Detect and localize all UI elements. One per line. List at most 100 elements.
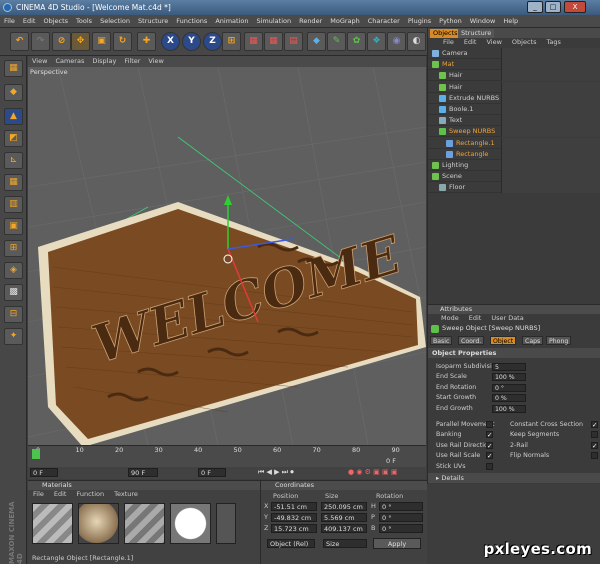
- render-settings-icon[interactable]: ▤: [284, 32, 303, 51]
- object-row[interactable]: Mat: [428, 59, 600, 71]
- z-axis-lock-icon[interactable]: Z: [203, 32, 222, 51]
- menu-item-plugins[interactable]: Plugins: [404, 15, 435, 28]
- coord-size-y[interactable]: 5.569 cm: [321, 513, 367, 522]
- object-row[interactable]: Camera: [428, 48, 600, 59]
- texture-mode-icon[interactable]: ◩: [4, 130, 23, 147]
- materials-menu-file[interactable]: File: [28, 490, 49, 499]
- object-menu-file[interactable]: File: [438, 38, 459, 47]
- snap-icon[interactable]: ⊞: [4, 240, 23, 257]
- checkbox-right-2[interactable]: ✓: [591, 441, 598, 449]
- object-row[interactable]: Hair: [428, 70, 600, 82]
- checkbox-left-2[interactable]: ✓: [486, 441, 493, 449]
- details-section[interactable]: ▸ Details: [428, 473, 600, 483]
- menu-item-help[interactable]: Help: [499, 15, 522, 28]
- checkbox-left-0[interactable]: [486, 421, 493, 428]
- menu-item-structure[interactable]: Structure: [134, 15, 172, 28]
- menu-item-tools[interactable]: Tools: [72, 15, 96, 28]
- menu-item-selection[interactable]: Selection: [96, 15, 134, 28]
- cube-icon[interactable]: ◆: [307, 32, 326, 51]
- nurbs-icon[interactable]: ✿: [347, 32, 366, 51]
- object-row[interactable]: Sweep NURBS: [428, 126, 600, 138]
- model-mode-icon[interactable]: ◆: [4, 84, 23, 101]
- pen-spline-icon[interactable]: ✎: [327, 32, 346, 51]
- render-picture-viewer-icon[interactable]: ▦: [264, 32, 283, 51]
- viewport-menu-3[interactable]: Filter: [120, 56, 144, 67]
- object-menu-objects[interactable]: Objects: [507, 38, 542, 47]
- redo-icon[interactable]: ↷: [31, 32, 50, 51]
- menu-item-functions[interactable]: Functions: [172, 15, 211, 28]
- material-swatch-4[interactable]: [170, 503, 211, 544]
- menu-item-edit[interactable]: Edit: [19, 15, 40, 28]
- axis-mode-icon[interactable]: ⊾: [4, 152, 23, 169]
- coord-mode-select[interactable]: Object (Rel): [267, 539, 315, 548]
- coord-position-y[interactable]: -49.832 cm: [271, 513, 317, 522]
- materials-menu-texture[interactable]: Texture: [109, 490, 143, 499]
- close-button[interactable]: X: [564, 1, 586, 13]
- attr-tab-object[interactable]: Object: [490, 336, 517, 345]
- end-frame-field[interactable]: 90 F: [128, 468, 158, 477]
- object-row[interactable]: Rectangle: [428, 148, 600, 160]
- menu-item-objects[interactable]: Objects: [39, 15, 72, 28]
- material-swatch-2[interactable]: [78, 503, 119, 544]
- menu-item-animation[interactable]: Animation: [211, 15, 252, 28]
- scene-icon[interactable]: ◐: [407, 32, 426, 51]
- polygon-mode-icon[interactable]: ▣: [4, 218, 23, 235]
- object-row[interactable]: Scene: [428, 171, 600, 183]
- attr-field-4[interactable]: 100 %: [492, 404, 526, 413]
- attr-field-2[interactable]: 0 °: [492, 383, 526, 392]
- checkbox-left-3[interactable]: ✓: [486, 452, 493, 459]
- point-mode-icon[interactable]: ▦: [4, 174, 23, 191]
- array-icon[interactable]: ❖: [367, 32, 386, 51]
- coord-size-x[interactable]: 250.095 cm: [321, 502, 367, 511]
- attributes-menu-1[interactable]: Edit: [464, 314, 487, 323]
- object-row[interactable]: Extrude NURBS: [428, 92, 600, 104]
- material-swatch-1[interactable]: [32, 503, 73, 544]
- checkbox-left-1[interactable]: ✓: [486, 431, 493, 439]
- menu-item-mograph[interactable]: MoGraph: [326, 15, 364, 28]
- object-menu-tags[interactable]: Tags: [541, 38, 565, 47]
- material-swatch-3[interactable]: [124, 503, 165, 544]
- object-menu-edit[interactable]: Edit: [459, 38, 482, 47]
- coord-position-z[interactable]: 15.723 cm: [271, 524, 317, 533]
- menu-item-character[interactable]: Character: [364, 15, 404, 28]
- deformer-icon[interactable]: ◉: [387, 32, 406, 51]
- timeline[interactable]: 0102030405060708090 0 F: [28, 445, 426, 467]
- object-row[interactable]: Floor: [428, 182, 600, 194]
- checkbox-right-3[interactable]: [591, 452, 598, 460]
- coord-position-x[interactable]: -51.51 cm: [271, 502, 317, 511]
- object-row[interactable]: Rectangle.1: [428, 137, 600, 149]
- attributes-menu-0[interactable]: Mode: [436, 314, 464, 323]
- make-editable-icon[interactable]: ▦: [4, 60, 23, 77]
- coord-rotation-b[interactable]: 0 °: [379, 524, 423, 533]
- materials-menu-function[interactable]: Function: [71, 490, 109, 499]
- viewport-menu-1[interactable]: Cameras: [51, 56, 88, 67]
- y-axis-lock-icon[interactable]: Y: [182, 32, 201, 51]
- viewport-perspective[interactable]: Perspective WELCOME: [28, 67, 426, 445]
- start-frame-field[interactable]: 0 F: [30, 468, 58, 477]
- render-view-icon[interactable]: ▦: [244, 32, 263, 51]
- tweak-mode-icon[interactable]: ✦: [4, 328, 23, 345]
- viewport-menu-4[interactable]: View: [144, 56, 167, 67]
- viewport-menu-0[interactable]: View: [28, 56, 51, 67]
- viewport-menu-2[interactable]: Display: [88, 56, 120, 67]
- workplane-icon[interactable]: ◈: [4, 262, 23, 279]
- attr-field-0[interactable]: 5: [492, 363, 526, 371]
- material-swatch-5[interactable]: [216, 503, 236, 544]
- record-controls[interactable]: ● ◉ ⚙ ▣ ▣ ▣: [348, 468, 397, 476]
- object-menu-view[interactable]: View: [481, 38, 506, 47]
- rotate-tool-icon[interactable]: ↻: [113, 32, 132, 51]
- apply-button[interactable]: Apply: [373, 538, 421, 549]
- object-row[interactable]: Text: [428, 115, 600, 127]
- live-select-icon[interactable]: ⊘: [52, 32, 71, 51]
- materials-menu-edit[interactable]: Edit: [49, 490, 72, 499]
- attr-tab-phong[interactable]: Phong: [546, 336, 572, 345]
- attr-field-1[interactable]: 100 %: [492, 373, 526, 382]
- undo-icon[interactable]: ↶: [10, 32, 29, 51]
- coord-size-select[interactable]: Size: [323, 539, 367, 548]
- tab-objects[interactable]: Objects: [430, 29, 461, 38]
- scale-tool-icon[interactable]: ▣: [92, 32, 111, 51]
- object-row[interactable]: Boole.1: [428, 104, 600, 115]
- coordinate-system-icon[interactable]: ⊞: [222, 32, 241, 51]
- object-row[interactable]: Hair: [428, 81, 600, 93]
- menu-item-simulation[interactable]: Simulation: [252, 15, 295, 28]
